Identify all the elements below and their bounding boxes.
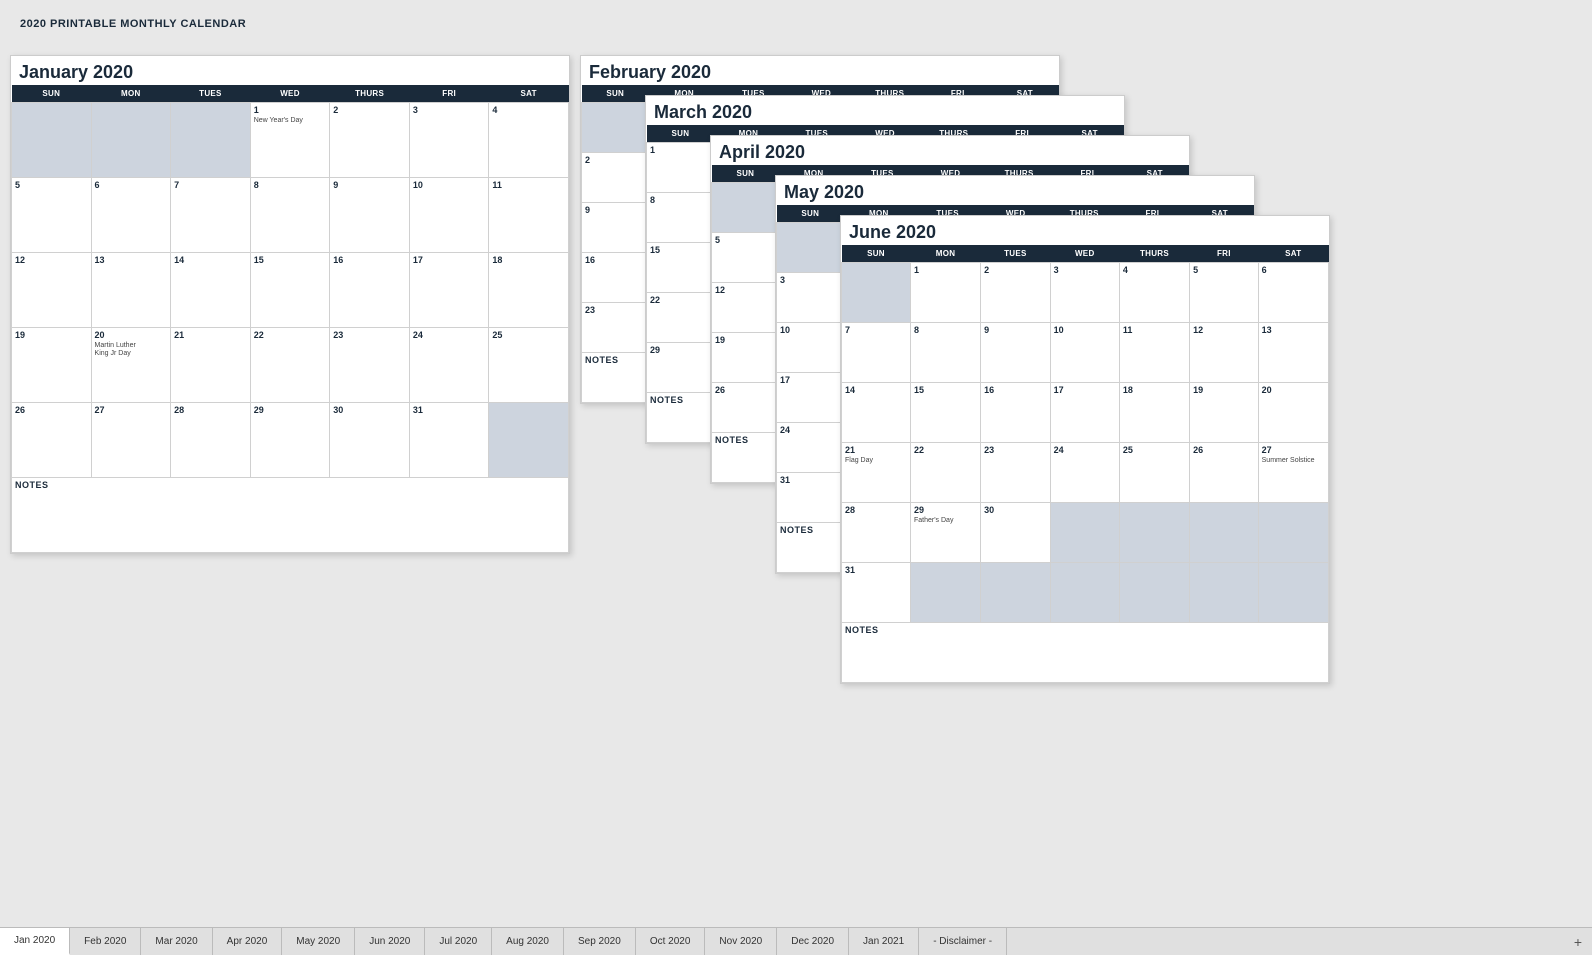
jan-mon-header: MON (91, 85, 171, 103)
jan-day-5: 5 (12, 178, 92, 253)
jan-day-3: 3 (409, 103, 489, 178)
main-content: 2020 PRINTABLE MONTHLY CALENDAR January … (0, 0, 1592, 927)
table-row: 28 29Father's Day 30 (842, 503, 1329, 563)
jan-day-10: 10 (409, 178, 489, 253)
january-title: January 2020 (11, 56, 569, 85)
jan-day-7: 7 (171, 178, 251, 253)
tab-apr-2020[interactable]: Apr 2020 (213, 928, 283, 955)
jan-empty-end (489, 403, 569, 478)
tab-jan-2020[interactable]: Jan 2020 (0, 928, 70, 955)
jan-day-21: 21 (171, 328, 251, 403)
jan-tues-header: TUES (171, 85, 251, 103)
tab-oct-2020[interactable]: Oct 2020 (636, 928, 706, 955)
jan-day-30: 30 (330, 403, 410, 478)
june-calendar: June 2020 SUN MON TUES WED THURS FRI SAT… (840, 215, 1330, 684)
jan-day-9: 9 (330, 178, 410, 253)
jan-day-13: 13 (91, 253, 171, 328)
tab-sep-2020[interactable]: Sep 2020 (564, 928, 636, 955)
table-row: 21Flag Day 22 23 24 25 26 27Summer Solst… (842, 443, 1329, 503)
jan-day-1: 1New Year's Day (250, 103, 330, 178)
jan-day-16: 16 (330, 253, 410, 328)
jan-sun-header: SUN (12, 85, 92, 103)
tab-bar: Jan 2020 Feb 2020 Mar 2020 Apr 2020 May … (0, 927, 1592, 955)
table-row: 14 15 16 17 18 19 20 (842, 383, 1329, 443)
jan-day-6: 6 (91, 178, 171, 253)
march-title: March 2020 (646, 96, 1124, 125)
jan-empty (12, 103, 92, 178)
jan-day-26: 26 (12, 403, 92, 478)
jan-notes-row: NOTES (12, 478, 569, 553)
jan-thurs-header: THURS (330, 85, 410, 103)
jan-day-27: 27 (91, 403, 171, 478)
jan-day-22: 22 (250, 328, 330, 403)
jan-day-4: 4 (489, 103, 569, 178)
table-row: 1 2 3 4 5 6 (842, 263, 1329, 323)
jan-day-23: 23 (330, 328, 410, 403)
jan-day-29: 29 (250, 403, 330, 478)
jan-sat-header: SAT (489, 85, 569, 103)
page-title: 2020 PRINTABLE MONTHLY CALENDAR (20, 18, 1572, 30)
jan-day-2: 2 (330, 103, 410, 178)
jan-day-20: 20Martin LutherKing Jr Day (91, 328, 171, 403)
tab-jan-2021[interactable]: Jan 2021 (849, 928, 919, 955)
feb-sun-header: SUN (582, 85, 649, 103)
tab-disclaimer[interactable]: - Disclaimer - (919, 928, 1007, 955)
tab-dec-2020[interactable]: Dec 2020 (777, 928, 849, 955)
jan-day-28: 28 (171, 403, 251, 478)
jan-notes-label: NOTES (12, 478, 569, 553)
tab-may-2020[interactable]: May 2020 (282, 928, 355, 955)
table-row: 7 8 9 10 11 12 13 (842, 323, 1329, 383)
jan-day-14: 14 (171, 253, 251, 328)
jan-day-18: 18 (489, 253, 569, 328)
table-row: 31 (842, 563, 1329, 623)
tab-nov-2020[interactable]: Nov 2020 (705, 928, 777, 955)
tab-jun-2020[interactable]: Jun 2020 (355, 928, 425, 955)
table-row: 12 13 14 15 16 17 18 (12, 253, 569, 328)
jan-day-12: 12 (12, 253, 92, 328)
tab-mar-2020[interactable]: Mar 2020 (141, 928, 212, 955)
jan-day-19: 19 (12, 328, 92, 403)
table-row: 19 20Martin LutherKing Jr Day 21 22 23 2… (12, 328, 569, 403)
may-title: May 2020 (776, 176, 1254, 205)
april-title: April 2020 (711, 136, 1189, 165)
jan-day-11: 11 (489, 178, 569, 253)
january-table: SUN MON TUES WED THURS FRI SAT 1New Year… (11, 85, 569, 553)
january-calendar: January 2020 SUN MON TUES WED THURS FRI … (10, 55, 570, 554)
jan-empty (171, 103, 251, 178)
jan-day-25: 25 (489, 328, 569, 403)
jan-day-8: 8 (250, 178, 330, 253)
jan-empty (91, 103, 171, 178)
tab-feb-2020[interactable]: Feb 2020 (70, 928, 141, 955)
jan-day-24: 24 (409, 328, 489, 403)
table-row: 5 6 7 8 9 10 11 (12, 178, 569, 253)
tab-add-button[interactable]: + (1564, 928, 1592, 955)
jan-day-31: 31 (409, 403, 489, 478)
jun-notes-row: NOTES (842, 623, 1329, 683)
jan-day-17: 17 (409, 253, 489, 328)
jan-fri-header: FRI (409, 85, 489, 103)
table-row: 1New Year's Day 2 3 4 (12, 103, 569, 178)
june-title: June 2020 (841, 216, 1329, 245)
june-table: SUN MON TUES WED THURS FRI SAT 1 2 3 4 5 (841, 245, 1329, 683)
table-row: 26 27 28 29 30 31 (12, 403, 569, 478)
jan-day-15: 15 (250, 253, 330, 328)
tab-aug-2020[interactable]: Aug 2020 (492, 928, 564, 955)
jan-wed-header: WED (250, 85, 330, 103)
tab-jul-2020[interactable]: Jul 2020 (425, 928, 492, 955)
february-title: February 2020 (581, 56, 1059, 85)
